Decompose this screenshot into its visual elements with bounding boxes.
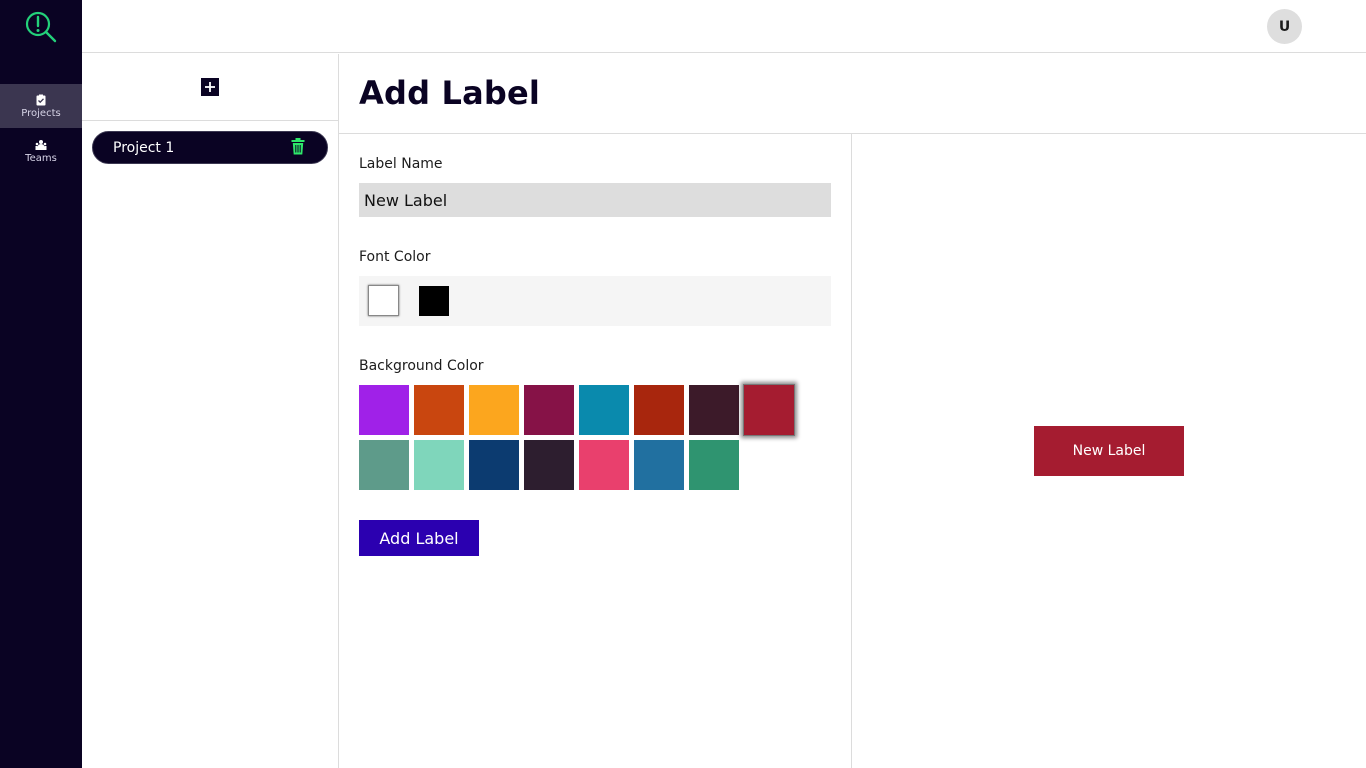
top-header: U (82, 0, 1366, 53)
projects-panel-header (82, 54, 338, 121)
background-color-swatch[interactable] (579, 440, 629, 490)
font-color-white-swatch[interactable] (368, 285, 399, 316)
project-item[interactable]: Project 1 (92, 131, 328, 164)
font-color-label: Font Color (359, 249, 431, 265)
background-color-swatch[interactable] (634, 385, 684, 435)
background-color-swatch[interactable] (524, 385, 574, 435)
background-color-swatch[interactable] (359, 440, 409, 490)
font-color-black-swatch[interactable] (419, 286, 449, 316)
background-color-swatch[interactable] (634, 440, 684, 490)
font-color-picker (359, 276, 831, 326)
app: Projects Teams U Project 1 Add Label Lab… (0, 0, 1366, 768)
page-title: Add Label (359, 74, 541, 112)
background-color-swatch[interactable] (524, 440, 574, 490)
add-project-button[interactable] (201, 78, 219, 96)
sidebar-item-label: Projects (21, 107, 61, 119)
search-alert-logo-icon[interactable] (25, 11, 57, 43)
background-color-swatch[interactable] (359, 385, 409, 435)
label-name-input[interactable] (359, 183, 831, 217)
background-color-swatch[interactable] (689, 385, 739, 435)
sidebar-item-projects[interactable]: Projects (0, 84, 82, 128)
background-color-swatch[interactable] (469, 385, 519, 435)
background-color-swatch[interactable] (579, 385, 629, 435)
sidebar-item-teams[interactable]: Teams (0, 129, 82, 173)
main-header: Add Label (339, 54, 1366, 134)
background-color-swatch[interactable] (414, 440, 464, 490)
avatar[interactable]: U (1267, 9, 1302, 44)
trash-icon[interactable] (291, 138, 305, 155)
project-name: Project 1 (113, 139, 175, 156)
plus-icon (205, 82, 215, 92)
projects-panel: Project 1 (82, 54, 339, 768)
background-color-swatch[interactable] (414, 385, 464, 435)
label-name-label: Label Name (359, 156, 443, 172)
add-label-form: Label Name Font Color Background Color A… (339, 134, 852, 768)
clipboard-check-icon (36, 94, 46, 105)
background-color-swatch[interactable] (743, 384, 795, 436)
background-color-swatch[interactable] (469, 440, 519, 490)
label-preview: New Label (1034, 426, 1184, 476)
add-label-button[interactable]: Add Label (359, 520, 479, 556)
background-color-swatch[interactable] (689, 440, 739, 490)
sidebar-item-label: Teams (25, 152, 57, 164)
background-color-label: Background Color (359, 358, 484, 374)
people-icon (35, 139, 47, 150)
sidebar: Projects Teams (0, 0, 82, 768)
